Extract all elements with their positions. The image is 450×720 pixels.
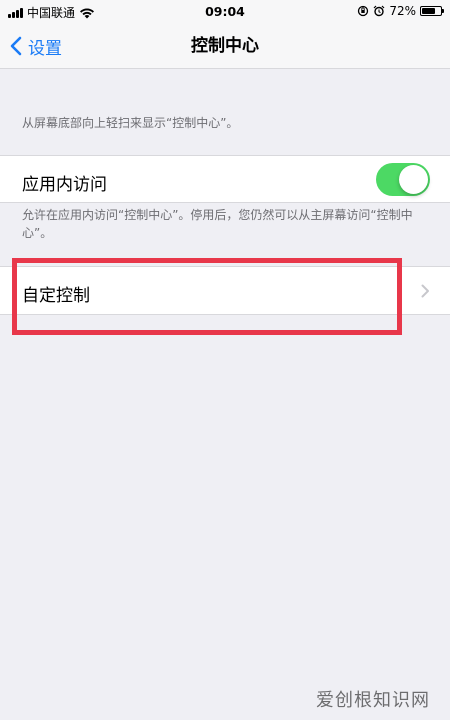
battery-icon	[420, 6, 444, 16]
status-bar: 中国联通 09:04 72%	[0, 0, 450, 24]
watermark: 爱创根知识网	[316, 690, 430, 711]
orientation-lock-icon	[358, 5, 369, 17]
status-right: 72%	[357, 4, 444, 18]
navigation-bar: 设置 控制中心	[0, 24, 450, 69]
toggle-knob	[399, 165, 428, 194]
app-access-toggle[interactable]	[376, 163, 430, 196]
swipe-hint: 从屏幕底部向上轻扫来显示“控制中心”。	[22, 116, 239, 130]
page-title: 控制中心	[191, 36, 259, 56]
app-access-row: 应用内访问	[0, 155, 450, 203]
chevron-right-icon	[421, 284, 429, 298]
app-access-label: 应用内访问	[22, 175, 107, 195]
highlight-box	[12, 258, 402, 335]
alarm-icon	[373, 5, 385, 17]
battery-percent: 72%	[389, 4, 416, 18]
battery-level	[422, 8, 435, 14]
app-access-footer: 允许在应用内访问“控制中心”。停用后，您仍然可以从主屏幕访问“控制中心”。	[22, 208, 413, 240]
